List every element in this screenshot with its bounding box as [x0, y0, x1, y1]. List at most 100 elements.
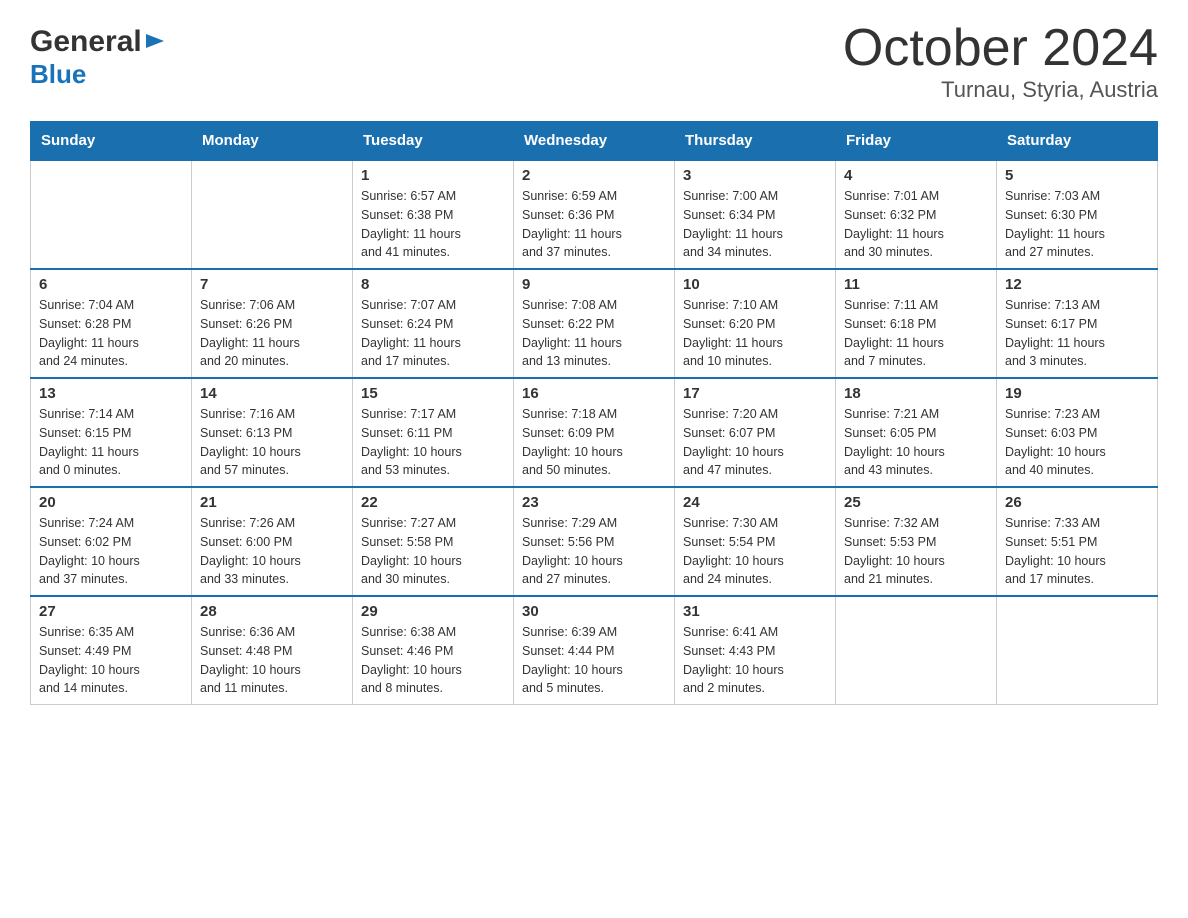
- calendar-day-header-sunday: Sunday: [31, 122, 192, 161]
- calendar-header-row: SundayMondayTuesdayWednesdayThursdayFrid…: [31, 122, 1158, 161]
- calendar-day-header-tuesday: Tuesday: [353, 122, 514, 161]
- day-number: 9: [522, 276, 666, 293]
- day-number: 8: [361, 276, 505, 293]
- day-number: 17: [683, 385, 827, 402]
- day-info: Sunrise: 7:07 AM Sunset: 6:24 PM Dayligh…: [361, 296, 505, 371]
- calendar-cell: 4 Sunrise: 7:01 AM Sunset: 6:32 PM Daylig…: [836, 160, 997, 269]
- day-info: Sunrise: 7:03 AM Sunset: 6:30 PM Dayligh…: [1005, 187, 1149, 262]
- day-info: Sunrise: 7:33 AM Sunset: 5:51 PM Dayligh…: [1005, 514, 1149, 589]
- day-info: Sunrise: 7:30 AM Sunset: 5:54 PM Dayligh…: [683, 514, 827, 589]
- day-info: Sunrise: 7:20 AM Sunset: 6:07 PM Dayligh…: [683, 405, 827, 480]
- day-info: Sunrise: 6:38 AM Sunset: 4:46 PM Dayligh…: [361, 623, 505, 698]
- calendar-cell: 13 Sunrise: 7:14 AM Sunset: 6:15 PM Dayli…: [31, 378, 192, 487]
- calendar-cell: 5 Sunrise: 7:03 AM Sunset: 6:30 PM Daylig…: [997, 160, 1158, 269]
- day-info: Sunrise: 7:06 AM Sunset: 6:26 PM Dayligh…: [200, 296, 344, 371]
- calendar-day-header-wednesday: Wednesday: [514, 122, 675, 161]
- calendar-cell: 14 Sunrise: 7:16 AM Sunset: 6:13 PM Dayli…: [192, 378, 353, 487]
- day-number: 21: [200, 494, 344, 511]
- calendar-cell: 7 Sunrise: 7:06 AM Sunset: 6:26 PM Daylig…: [192, 269, 353, 378]
- day-info: Sunrise: 6:59 AM Sunset: 6:36 PM Dayligh…: [522, 187, 666, 262]
- calendar-cell: 8 Sunrise: 7:07 AM Sunset: 6:24 PM Daylig…: [353, 269, 514, 378]
- calendar-day-header-monday: Monday: [192, 122, 353, 161]
- day-number: 26: [1005, 494, 1149, 511]
- calendar-cell: 30Sunrise: 6:39 AM Sunset: 4:44 PM Dayli…: [514, 596, 675, 705]
- day-info: Sunrise: 6:35 AM Sunset: 4:49 PM Dayligh…: [39, 623, 183, 698]
- day-number: 3: [683, 167, 827, 184]
- day-info: Sunrise: 7:16 AM Sunset: 6:13 PM Dayligh…: [200, 405, 344, 480]
- calendar-cell: 24 Sunrise: 7:30 AM Sunset: 5:54 PM Dayli…: [675, 487, 836, 596]
- day-number: 2: [522, 167, 666, 184]
- calendar-cell: 23 Sunrise: 7:29 AM Sunset: 5:56 PM Dayli…: [514, 487, 675, 596]
- calendar-cell: [31, 160, 192, 269]
- day-number: 24: [683, 494, 827, 511]
- calendar-week-row-5: 27 Sunrise: 6:35 AM Sunset: 4:49 PM Dayli…: [31, 596, 1158, 705]
- day-number: 15: [361, 385, 505, 402]
- day-number: 16: [522, 385, 666, 402]
- calendar-cell: 11 Sunrise: 7:11 AM Sunset: 6:18 PM Dayli…: [836, 269, 997, 378]
- calendar-week-row-2: 6 Sunrise: 7:04 AM Sunset: 6:28 PM Daylig…: [31, 269, 1158, 378]
- day-number: 23: [522, 494, 666, 511]
- calendar-cell: 22 Sunrise: 7:27 AM Sunset: 5:58 PM Dayli…: [353, 487, 514, 596]
- day-number: 1: [361, 167, 505, 184]
- day-number: 29: [361, 603, 505, 620]
- day-info: Sunrise: 6:36 AM Sunset: 4:48 PM Dayligh…: [200, 623, 344, 698]
- calendar-day-header-saturday: Saturday: [997, 122, 1158, 161]
- calendar-cell: 3 Sunrise: 7:00 AM Sunset: 6:34 PM Daylig…: [675, 160, 836, 269]
- day-info: Sunrise: 7:00 AM Sunset: 6:34 PM Dayligh…: [683, 187, 827, 262]
- day-number: 5: [1005, 167, 1149, 184]
- calendar-cell: 1 Sunrise: 6:57 AM Sunset: 6:38 PM Daylig…: [353, 160, 514, 269]
- day-info: Sunrise: 6:57 AM Sunset: 6:38 PM Dayligh…: [361, 187, 505, 262]
- calendar-cell: 19Sunrise: 7:23 AM Sunset: 6:03 PM Dayli…: [997, 378, 1158, 487]
- calendar-day-header-thursday: Thursday: [675, 122, 836, 161]
- day-number: 11: [844, 276, 988, 293]
- day-info: Sunrise: 7:14 AM Sunset: 6:15 PM Dayligh…: [39, 405, 183, 480]
- calendar-cell: 18 Sunrise: 7:21 AM Sunset: 6:05 PM Dayli…: [836, 378, 997, 487]
- calendar-week-row-3: 13 Sunrise: 7:14 AM Sunset: 6:15 PM Dayli…: [31, 378, 1158, 487]
- day-info: Sunrise: 7:08 AM Sunset: 6:22 PM Dayligh…: [522, 296, 666, 371]
- calendar-cell: [997, 596, 1158, 705]
- logo-blue-text: Blue: [30, 59, 86, 89]
- day-number: 13: [39, 385, 183, 402]
- day-info: Sunrise: 7:11 AM Sunset: 6:18 PM Dayligh…: [844, 296, 988, 371]
- day-number: 27: [39, 603, 183, 620]
- day-info: Sunrise: 7:18 AM Sunset: 6:09 PM Dayligh…: [522, 405, 666, 480]
- calendar-cell: 28Sunrise: 6:36 AM Sunset: 4:48 PM Dayli…: [192, 596, 353, 705]
- page-header: General Blue October 2024 Turnau, Styria…: [30, 20, 1158, 103]
- day-info: Sunrise: 7:23 AM Sunset: 6:03 PM Dayligh…: [1005, 405, 1149, 480]
- calendar-cell: 12Sunrise: 7:13 AM Sunset: 6:17 PM Dayli…: [997, 269, 1158, 378]
- month-title: October 2024: [843, 20, 1158, 77]
- day-number: 18: [844, 385, 988, 402]
- day-info: Sunrise: 7:04 AM Sunset: 6:28 PM Dayligh…: [39, 296, 183, 371]
- day-info: Sunrise: 7:17 AM Sunset: 6:11 PM Dayligh…: [361, 405, 505, 480]
- day-info: Sunrise: 7:29 AM Sunset: 5:56 PM Dayligh…: [522, 514, 666, 589]
- calendar-cell: 2 Sunrise: 6:59 AM Sunset: 6:36 PM Daylig…: [514, 160, 675, 269]
- calendar-cell: 15 Sunrise: 7:17 AM Sunset: 6:11 PM Dayli…: [353, 378, 514, 487]
- logo-arrow-icon: [142, 30, 166, 54]
- day-number: 30: [522, 603, 666, 620]
- calendar-week-row-4: 20Sunrise: 7:24 AM Sunset: 6:02 PM Dayli…: [31, 487, 1158, 596]
- calendar-cell: [192, 160, 353, 269]
- day-number: 4: [844, 167, 988, 184]
- calendar-table: SundayMondayTuesdayWednesdayThursdayFrid…: [30, 121, 1158, 705]
- day-info: Sunrise: 7:27 AM Sunset: 5:58 PM Dayligh…: [361, 514, 505, 589]
- location-title: Turnau, Styria, Austria: [843, 77, 1158, 103]
- day-number: 31: [683, 603, 827, 620]
- day-info: Sunrise: 6:41 AM Sunset: 4:43 PM Dayligh…: [683, 623, 827, 698]
- day-info: Sunrise: 7:21 AM Sunset: 6:05 PM Dayligh…: [844, 405, 988, 480]
- calendar-cell: 29 Sunrise: 6:38 AM Sunset: 4:46 PM Dayli…: [353, 596, 514, 705]
- calendar-cell: 25Sunrise: 7:32 AM Sunset: 5:53 PM Dayli…: [836, 487, 997, 596]
- day-info: Sunrise: 7:01 AM Sunset: 6:32 PM Dayligh…: [844, 187, 988, 262]
- day-number: 14: [200, 385, 344, 402]
- logo-general-text: General: [30, 25, 142, 59]
- calendar-cell: 6 Sunrise: 7:04 AM Sunset: 6:28 PM Daylig…: [31, 269, 192, 378]
- calendar-cell: 21Sunrise: 7:26 AM Sunset: 6:00 PM Dayli…: [192, 487, 353, 596]
- day-number: 12: [1005, 276, 1149, 293]
- calendar-cell: 9 Sunrise: 7:08 AM Sunset: 6:22 PM Daylig…: [514, 269, 675, 378]
- calendar-cell: 26 Sunrise: 7:33 AM Sunset: 5:51 PM Dayli…: [997, 487, 1158, 596]
- calendar-cell: 17 Sunrise: 7:20 AM Sunset: 6:07 PM Dayli…: [675, 378, 836, 487]
- logo: General Blue: [30, 25, 166, 90]
- day-number: 7: [200, 276, 344, 293]
- day-number: 6: [39, 276, 183, 293]
- day-number: 22: [361, 494, 505, 511]
- calendar-day-header-friday: Friday: [836, 122, 997, 161]
